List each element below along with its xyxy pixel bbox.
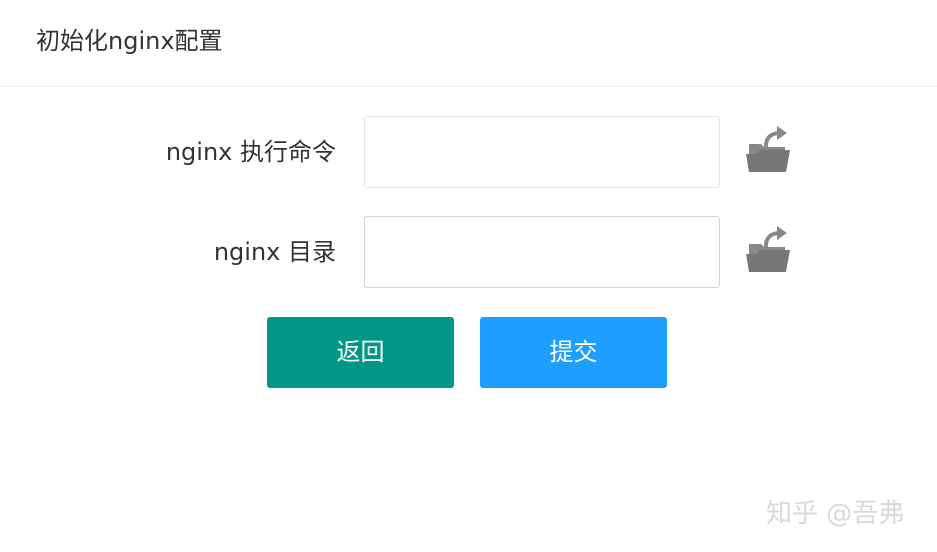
form-row-nginx-command: nginx 执行命令	[0, 116, 937, 188]
submit-button[interactable]: 提交	[480, 317, 667, 388]
page-header: 初始化nginx配置	[0, 0, 937, 87]
nginx-command-browse-button[interactable]	[744, 122, 792, 174]
watermark: 知乎 @吾弗	[766, 499, 905, 529]
folder-open-icon	[744, 222, 792, 274]
nginx-command-label: nginx 执行命令	[165, 138, 336, 166]
folder-open-icon	[744, 122, 792, 174]
nginx-dir-label: nginx 目录	[213, 238, 336, 266]
nginx-command-input[interactable]	[364, 116, 720, 188]
nginx-dir-input[interactable]	[364, 216, 720, 288]
back-button[interactable]: 返回	[267, 317, 454, 388]
form-row-nginx-dir: nginx 目录	[0, 216, 937, 288]
page-title: 初始化nginx配置	[36, 27, 223, 55]
nginx-dir-browse-button[interactable]	[744, 222, 792, 274]
